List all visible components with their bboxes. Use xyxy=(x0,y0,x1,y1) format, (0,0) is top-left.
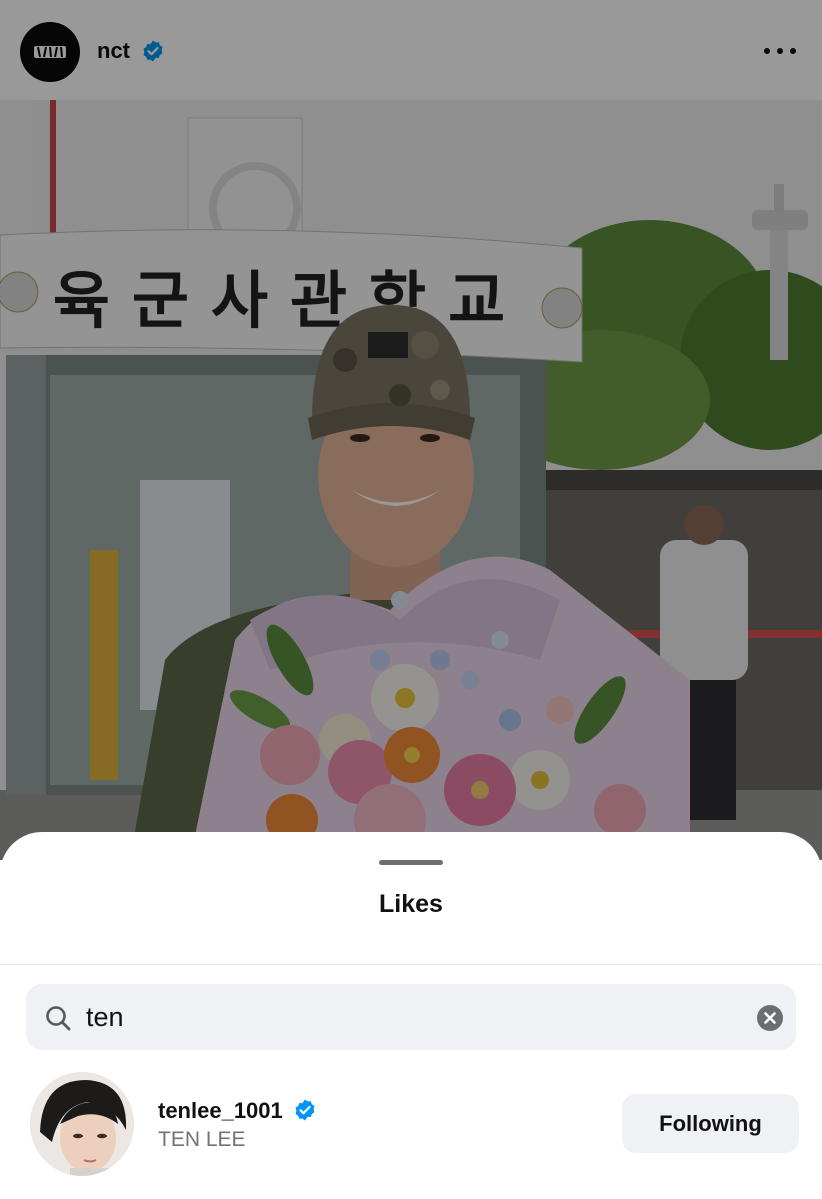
sign-text: 육군사관학교 xyxy=(53,264,527,337)
post-username[interactable]: nct xyxy=(97,38,130,64)
more-options-icon[interactable] xyxy=(764,40,796,62)
user-avatar[interactable] xyxy=(30,1072,134,1176)
search-input[interactable] xyxy=(86,984,726,1050)
sheet-title: Likes xyxy=(379,890,443,918)
sheet-grabber-handle[interactable] xyxy=(379,860,443,865)
clear-search-icon[interactable] xyxy=(756,1004,784,1032)
result-full-name: TEN LEE xyxy=(158,1128,246,1151)
search-bar[interactable] xyxy=(26,984,796,1050)
verified-badge-icon xyxy=(143,40,163,62)
following-button[interactable]: Following xyxy=(622,1094,799,1153)
likes-bottom-sheet: Likes tenlee_1001 xyxy=(0,832,822,1199)
post-photo: 육군사관학교 xyxy=(0,100,822,860)
nct-profile-avatar[interactable] xyxy=(20,22,80,82)
user-list-item[interactable]: tenlee_1001 TEN LEE Following xyxy=(0,1070,822,1180)
result-username[interactable]: tenlee_1001 xyxy=(158,1098,283,1124)
search-icon xyxy=(46,1006,71,1031)
divider xyxy=(0,964,822,965)
post-header: nct xyxy=(0,0,822,100)
verified-badge-icon xyxy=(295,1099,315,1121)
